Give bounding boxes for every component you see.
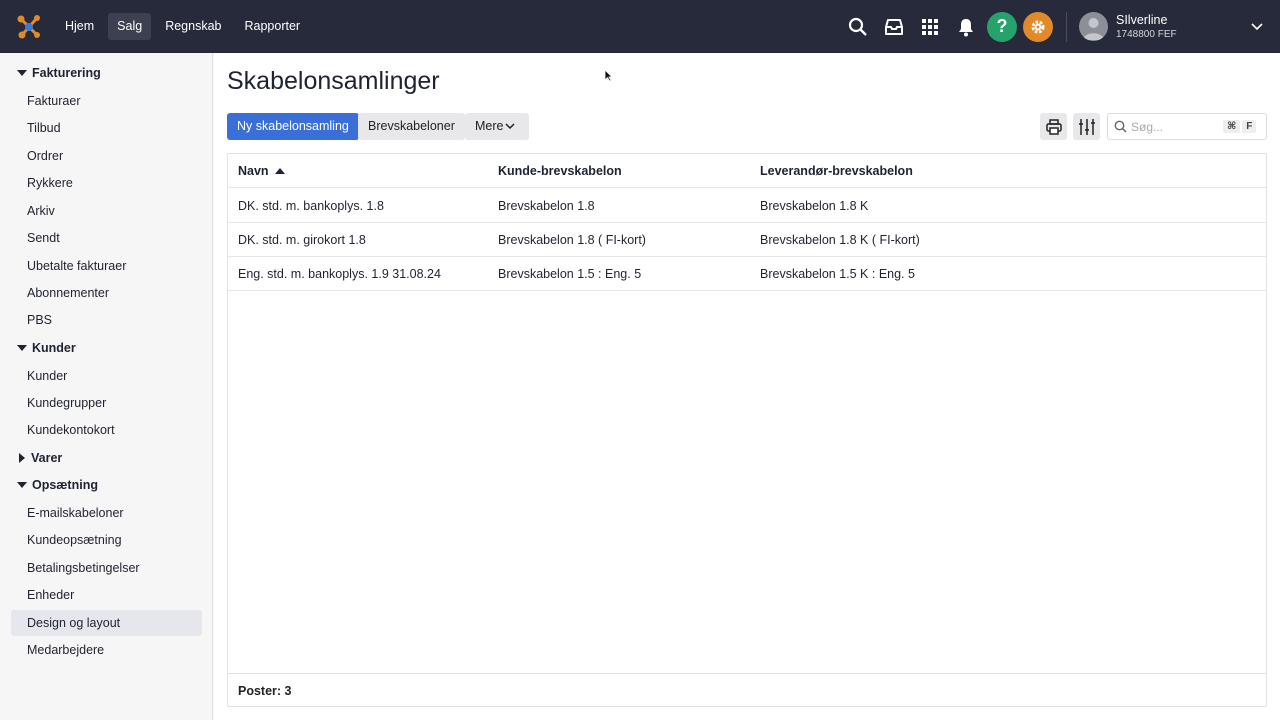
sidebar-item-betalingsbetingelser[interactable]: Betalingsbetingelser xyxy=(11,555,202,581)
record-count: Poster: 3 xyxy=(228,673,1266,707)
sidebar-item-enheder[interactable]: Enheder xyxy=(11,582,202,608)
nav-regnskab[interactable]: Regnskab xyxy=(156,13,230,40)
table-cell: Brevskabelon 1.8 ( FI-kort) xyxy=(498,233,646,247)
sidebar-section-opsaetning[interactable]: Opsætning xyxy=(17,478,98,492)
print-button[interactable] xyxy=(1040,113,1067,140)
sidebar-item-sendt[interactable]: Sendt xyxy=(11,225,202,251)
user-name: SIlverline xyxy=(1116,13,1168,27)
sliders-icon xyxy=(1078,118,1095,135)
template-collections-table: Navn Kunde-brevskabelon Leverandør-brevs… xyxy=(227,153,1267,707)
table-cell: DK. std. m. bankoplys. 1.8 xyxy=(238,199,384,213)
search-icon xyxy=(1114,120,1127,133)
column-header-navn[interactable]: Navn xyxy=(238,154,285,188)
caret-down-icon xyxy=(17,482,27,488)
search-input[interactable] xyxy=(1131,119,1221,134)
caret-down-icon xyxy=(17,70,27,76)
toolbar-divider xyxy=(1066,11,1067,42)
sidebar: Fakturering Fakturaer Tilbud Ordrer Rykk… xyxy=(0,53,213,720)
sidebar-item-e-mailskabeloner[interactable]: E-mailskabeloner xyxy=(11,500,202,526)
sidebar-item-arkiv[interactable]: Arkiv xyxy=(11,198,202,224)
sidebar-item-kundegrupper[interactable]: Kundegrupper xyxy=(11,390,202,416)
chevron-down-icon[interactable] xyxy=(1246,22,1268,31)
sidebar-section-label: Fakturering xyxy=(32,66,101,80)
sidebar-section-fakturering[interactable]: Fakturering xyxy=(17,66,101,80)
table-row[interactable]: DK. std. m. girokort 1.8 Brevskabelon 1.… xyxy=(228,223,1266,257)
printer-icon xyxy=(1045,118,1062,135)
sidebar-section-label: Varer xyxy=(31,451,63,465)
sort-ascending-icon xyxy=(274,168,285,174)
apps-grid-icon[interactable] xyxy=(912,9,948,45)
search-box[interactable]: ⌘ F xyxy=(1107,113,1267,140)
sidebar-section-varer[interactable]: Varer xyxy=(17,451,62,465)
search-icon[interactable] xyxy=(840,9,876,45)
sidebar-item-abonnementer[interactable]: Abonnementer xyxy=(11,280,202,306)
table-cell: DK. std. m. girokort 1.8 xyxy=(238,233,366,247)
sidebar-item-ubetalte-fakturaer[interactable]: Ubetalte fakturaer xyxy=(11,253,202,279)
main-content: Skabelonsamlinger Ny skabelonsamling Bre… xyxy=(214,53,1280,720)
more-dropdown-button[interactable]: Mere xyxy=(465,113,530,140)
sidebar-item-pbs[interactable]: PBS xyxy=(11,307,202,333)
sidebar-item-kundekontokort[interactable]: Kundekontokort xyxy=(11,417,202,443)
top-navigation-bar: Hjem Salg Regnskab Rapporter ? SIlverlin… xyxy=(0,0,1280,53)
sidebar-item-fakturaer[interactable]: Fakturaer xyxy=(11,88,202,114)
column-header-kunde-brevskabelon[interactable]: Kunde-brevskabelon xyxy=(498,154,622,188)
app-logo-icon[interactable] xyxy=(15,13,43,41)
new-template-collection-button[interactable]: Ny skabelonsamling xyxy=(227,113,359,140)
sidebar-item-design-og-layout[interactable]: Design og layout xyxy=(11,610,202,636)
sidebar-item-medarbejdere[interactable]: Medarbejdere xyxy=(11,637,202,663)
sidebar-section-label: Opsætning xyxy=(32,478,98,492)
nav-hjem[interactable]: Hjem xyxy=(56,13,103,40)
column-header-label: Navn xyxy=(238,164,269,178)
caret-right-icon xyxy=(19,453,25,463)
table-cell: Brevskabelon 1.5 : Eng. 5 xyxy=(498,267,642,281)
sidebar-section-label: Kunder xyxy=(32,341,76,355)
page-title: Skabelonsamlinger xyxy=(227,67,440,95)
avatar[interactable] xyxy=(1079,12,1108,41)
sidebar-item-kundeopsaetning[interactable]: Kundeopsætning xyxy=(11,527,202,553)
bell-icon[interactable] xyxy=(948,9,984,45)
sidebar-item-rykkere[interactable]: Rykkere xyxy=(11,170,202,196)
inbox-icon[interactable] xyxy=(876,9,912,45)
user-info[interactable]: SIlverline 1748800 FEF xyxy=(1116,13,1246,40)
chevron-down-icon xyxy=(505,123,516,130)
table-cell: Brevskabelon 1.5 K : Eng. 5 xyxy=(760,267,915,281)
shortcut-mod-key: ⌘ xyxy=(1223,120,1241,133)
column-header-leverandoer-brevskabelon[interactable]: Leverandør-brevskabelon xyxy=(760,154,913,188)
user-account-id: 1748800 FEF xyxy=(1116,29,1177,40)
sidebar-item-kunder[interactable]: Kunder xyxy=(11,363,202,389)
table-cell: Brevskabelon 1.8 K xyxy=(760,199,869,213)
caret-down-icon xyxy=(17,345,27,351)
letter-templates-button[interactable]: Brevskabeloner xyxy=(358,113,465,140)
more-button-label: Mere xyxy=(475,119,504,133)
sidebar-section-kunder[interactable]: Kunder xyxy=(17,341,76,355)
sidebar-item-tilbud[interactable]: Tilbud xyxy=(11,115,202,141)
gear-icon[interactable] xyxy=(1023,11,1053,42)
mouse-cursor-icon xyxy=(604,69,613,82)
nav-salg[interactable]: Salg xyxy=(108,13,152,40)
table-row[interactable]: Eng. std. m. bankoplys. 1.9 31.08.24 Bre… xyxy=(228,257,1266,291)
table-cell: Brevskabelon 1.8 xyxy=(498,199,595,213)
table-cell: Eng. std. m. bankoplys. 1.9 31.08.24 xyxy=(238,267,441,281)
table-row[interactable]: DK. std. m. bankoplys. 1.8 Brevskabelon … xyxy=(228,189,1266,223)
table-cell: Brevskabelon 1.8 K ( FI-kort) xyxy=(760,233,920,247)
shortcut-key: F xyxy=(1242,120,1257,133)
table-header-row: Navn Kunde-brevskabelon Leverandør-brevs… xyxy=(228,154,1266,188)
nav-rapporter[interactable]: Rapporter xyxy=(236,13,310,40)
column-settings-button[interactable] xyxy=(1073,113,1100,140)
help-icon[interactable]: ? xyxy=(987,11,1017,42)
top-right-toolbar: ? SIlverline 1748800 FEF xyxy=(840,0,1280,53)
sidebar-item-ordrer[interactable]: Ordrer xyxy=(11,143,202,169)
